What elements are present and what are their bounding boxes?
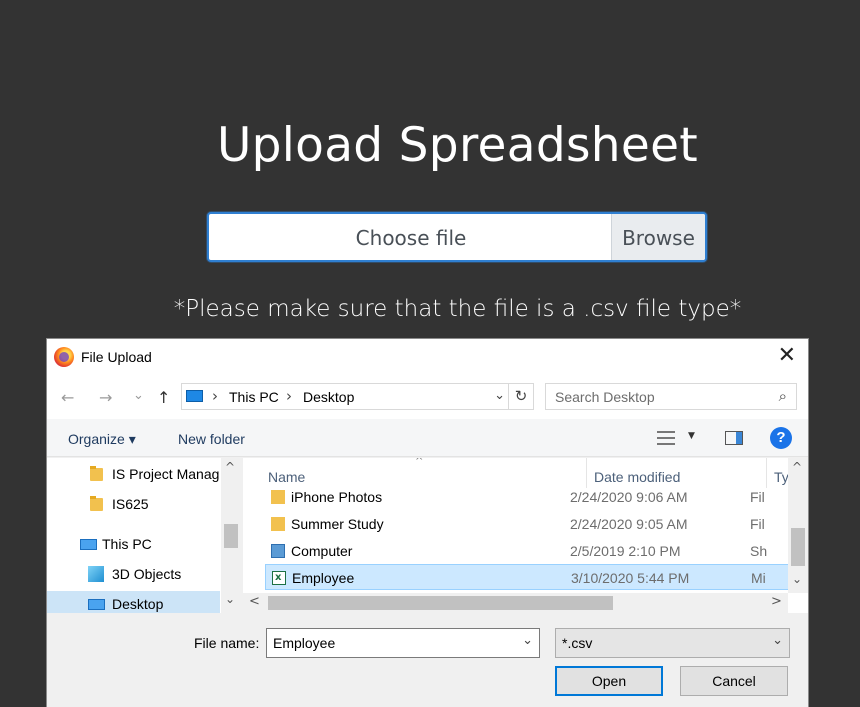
view-dropdown-icon[interactable]: ▼ bbox=[688, 431, 695, 441]
file-name-label: File name: bbox=[194, 635, 260, 651]
desktop-icon bbox=[88, 599, 105, 610]
file-type: Fil bbox=[750, 516, 765, 532]
tree-item-3d-objects[interactable]: 3D Objects bbox=[47, 561, 220, 587]
file-input[interactable]: Choose file Browse bbox=[207, 212, 707, 262]
this-pc-icon bbox=[186, 390, 203, 402]
column-header-type[interactable]: Ty bbox=[774, 469, 789, 485]
tree-item-this-pc[interactable]: This PC bbox=[47, 531, 220, 557]
new-folder-button[interactable]: New folder bbox=[178, 431, 245, 447]
tree-item-is625[interactable]: IS625 bbox=[47, 491, 220, 517]
scroll-left-icon[interactable]: < bbox=[249, 594, 260, 609]
file-date: 2/24/2020 9:06 AM bbox=[570, 489, 688, 505]
navigation-pane-scrollbar[interactable]: ^ ⌄ bbox=[221, 458, 241, 613]
address-dropdown-icon[interactable]: ⌄ bbox=[494, 388, 505, 403]
file-date: 2/5/2019 2:10 PM bbox=[570, 543, 681, 559]
file-row-iphone-photos[interactable]: iPhone Photos 2/24/2020 9:06 AM Fil bbox=[265, 484, 791, 510]
navigation-bar: ← → ⌄ ↑ › This PC › Desktop ⌄ ↻ Search D… bbox=[47, 375, 808, 419]
search-icon[interactable]: ⌕ bbox=[779, 387, 787, 405]
file-upload-dialog: File Upload ✕ ← → ⌄ ↑ › This PC › Deskto… bbox=[46, 338, 809, 707]
scroll-thumb[interactable] bbox=[224, 524, 238, 548]
tree-item-label: This PC bbox=[102, 536, 152, 552]
file-list-horizontal-scrollbar[interactable]: < > bbox=[243, 593, 788, 613]
folder-icon bbox=[271, 490, 285, 504]
excel-csv-icon bbox=[272, 565, 286, 591]
tree-item-label: IS Project Manag bbox=[112, 466, 220, 482]
scroll-down-icon[interactable]: ⌄ bbox=[225, 592, 235, 606]
preview-pane-icon[interactable] bbox=[725, 431, 743, 445]
chevron-down-icon[interactable]: ⌄ bbox=[522, 633, 533, 648]
tree-item-label: 3D Objects bbox=[112, 566, 182, 582]
computer-shortcut-icon bbox=[271, 544, 285, 558]
search-box[interactable]: Search Desktop ⌕ bbox=[545, 383, 797, 410]
file-name: Summer Study bbox=[291, 516, 384, 532]
file-date: 2/24/2020 9:05 AM bbox=[570, 516, 688, 532]
file-list-vertical-scrollbar[interactable]: ^ ⌄ bbox=[788, 458, 808, 593]
tree-item-desktop[interactable]: Desktop bbox=[47, 591, 220, 613]
dialog-titlebar: File Upload ✕ bbox=[47, 339, 808, 375]
sort-ascending-icon: ^ bbox=[415, 458, 424, 467]
scroll-up-icon[interactable]: ^ bbox=[225, 460, 235, 474]
chevron-down-icon[interactable]: ⌄ bbox=[772, 633, 783, 648]
help-icon[interactable]: ? bbox=[770, 427, 792, 449]
file-name-input[interactable]: Employee ⌄ bbox=[266, 628, 540, 658]
file-name: Computer bbox=[291, 543, 353, 559]
search-placeholder[interactable]: Search Desktop bbox=[555, 389, 655, 405]
close-icon[interactable]: ✕ bbox=[778, 345, 796, 367]
file-type: Sh bbox=[750, 543, 768, 559]
file-type: Mi bbox=[751, 570, 766, 586]
page-title: Upload Spreadsheet bbox=[216, 118, 699, 173]
breadcrumb-separator-icon[interactable]: › bbox=[286, 387, 292, 405]
back-arrow-icon[interactable]: ← bbox=[61, 388, 74, 407]
scroll-right-icon[interactable]: > bbox=[771, 594, 782, 609]
tree-item-is-project[interactable]: IS Project Manag bbox=[47, 461, 220, 487]
file-type-note: *Please make sure that the file is a .cs… bbox=[173, 296, 742, 322]
file-name: Employee bbox=[292, 570, 355, 586]
up-arrow-icon[interactable]: ↑ bbox=[157, 388, 170, 407]
breadcrumb-desktop[interactable]: Desktop bbox=[303, 389, 354, 405]
file-name: iPhone Photos bbox=[291, 489, 383, 505]
computer-icon bbox=[80, 539, 97, 550]
file-date: 3/10/2020 5:44 PM bbox=[571, 570, 690, 586]
organize-menu-button[interactable]: Organize ▾ bbox=[68, 431, 136, 448]
3d-objects-icon bbox=[88, 566, 104, 582]
scroll-down-icon[interactable]: ⌄ bbox=[792, 572, 802, 586]
file-row-summer-study[interactable]: Summer Study 2/24/2020 9:05 AM Fil bbox=[265, 511, 791, 537]
view-options-icon[interactable] bbox=[657, 431, 675, 445]
dialog-toolbar: Organize ▾ New folder ▼ ? bbox=[47, 419, 808, 457]
scroll-thumb[interactable] bbox=[791, 528, 805, 566]
file-type-value[interactable]: *.csv bbox=[562, 635, 592, 651]
forward-arrow-icon[interactable]: → bbox=[99, 388, 112, 407]
open-button[interactable]: Open bbox=[555, 666, 663, 696]
column-header-name[interactable]: Name bbox=[268, 469, 305, 485]
file-name-value[interactable]: Employee bbox=[273, 635, 335, 651]
file-type: Fil bbox=[750, 489, 765, 505]
browse-button[interactable]: Browse bbox=[611, 214, 705, 260]
file-list-pane: ^ Name Date modified Ty iPhone Photos 2/… bbox=[243, 458, 808, 613]
folder-icon bbox=[271, 517, 285, 531]
cancel-button[interactable]: Cancel bbox=[680, 666, 788, 696]
recent-locations-chevron-icon[interactable]: ⌄ bbox=[133, 388, 144, 403]
tree-item-label: Desktop bbox=[112, 596, 164, 612]
dialog-title: File Upload bbox=[81, 349, 152, 365]
scroll-up-icon[interactable]: ^ bbox=[792, 460, 802, 474]
tree-item-label: IS625 bbox=[112, 496, 149, 512]
firefox-icon bbox=[54, 347, 74, 367]
folder-icon bbox=[90, 466, 103, 481]
file-type-select[interactable]: *.csv ⌄ bbox=[555, 628, 790, 658]
breadcrumb-this-pc[interactable]: This PC bbox=[229, 389, 279, 405]
file-row-employee[interactable]: Employee 3/10/2020 5:44 PM Mi bbox=[265, 564, 791, 591]
address-bar[interactable]: › This PC › Desktop ⌄ ↻ bbox=[181, 383, 534, 410]
column-header-date-modified[interactable]: Date modified bbox=[594, 469, 680, 485]
scroll-thumb[interactable] bbox=[268, 596, 613, 610]
file-input-placeholder[interactable]: Choose file bbox=[209, 214, 613, 260]
breadcrumb-separator-icon[interactable]: › bbox=[212, 387, 218, 405]
folder-icon bbox=[90, 496, 103, 511]
file-row-computer[interactable]: Computer 2/5/2019 2:10 PM Sh bbox=[265, 538, 791, 564]
refresh-icon[interactable]: ↻ bbox=[508, 384, 533, 409]
navigation-pane: IS Project Manag IS625 This PC 3D Object… bbox=[47, 458, 241, 613]
